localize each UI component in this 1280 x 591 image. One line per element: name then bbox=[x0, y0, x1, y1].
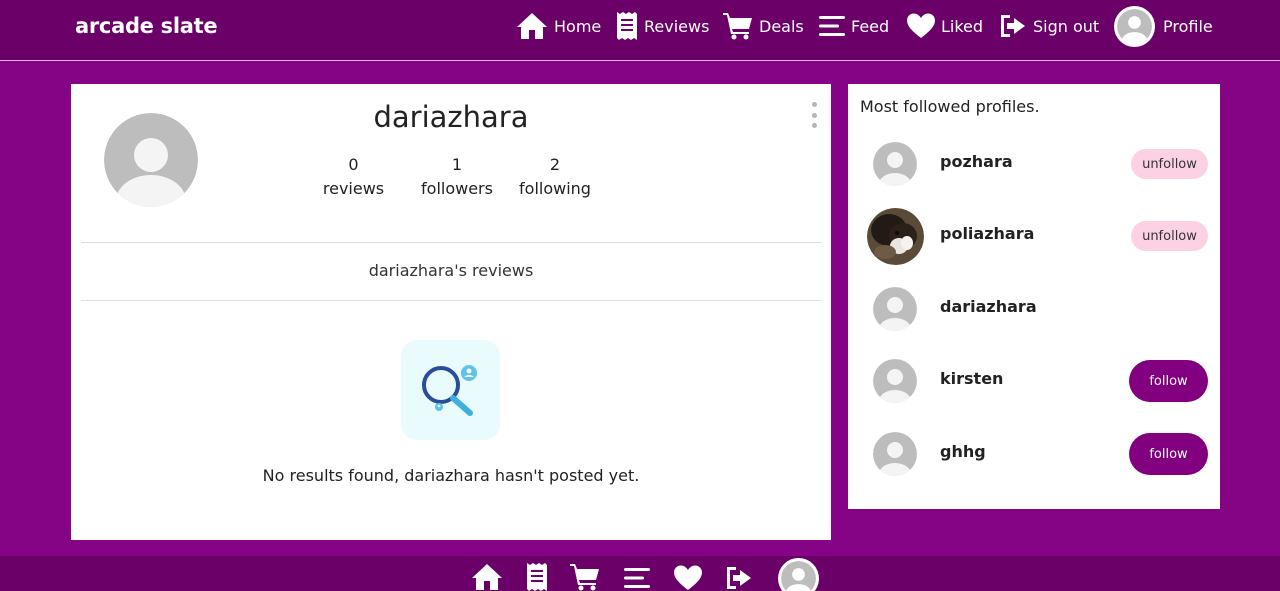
stat-following[interactable]: 2 following bbox=[505, 154, 605, 198]
unfollow-button[interactable]: unfollow bbox=[1131, 221, 1208, 251]
cart-icon bbox=[723, 12, 753, 40]
profile-stats: 0 reviews 1 followers 2 following bbox=[311, 154, 601, 204]
menu-lines-icon[interactable] bbox=[624, 566, 650, 591]
nav-deals[interactable]: Deals bbox=[723, 10, 804, 42]
avatar bbox=[873, 287, 917, 331]
no-results-search-icon bbox=[401, 340, 500, 440]
nav-liked-label: Liked bbox=[941, 16, 984, 36]
nav-feed-label: Feed bbox=[851, 16, 890, 36]
avatar bbox=[873, 359, 917, 403]
avatar[interactable] bbox=[778, 558, 819, 591]
profile-list-item[interactable]: kirsten follow bbox=[848, 352, 1220, 408]
profile-list-item[interactable]: dariazhara bbox=[848, 280, 1220, 336]
profile-avatar bbox=[104, 113, 198, 207]
stat-followers[interactable]: 1 followers bbox=[407, 154, 507, 198]
heart-icon[interactable] bbox=[674, 565, 702, 591]
top-navbar: arcade slate Home Reviews Deals Feed Lik… bbox=[0, 0, 1280, 61]
most-followed-card: Most followed profiles. pozhara unfollow… bbox=[848, 84, 1220, 509]
reviews-heading: dariazhara's reviews bbox=[368, 261, 534, 280]
heart-icon bbox=[907, 13, 935, 39]
unfollow-button[interactable]: unfollow bbox=[1131, 149, 1208, 179]
nav-reviews[interactable]: Reviews bbox=[616, 10, 709, 42]
sign-out-icon bbox=[999, 13, 1027, 39]
profile-name[interactable]: dariazhara bbox=[940, 297, 1037, 316]
nav-reviews-label: Reviews bbox=[644, 16, 710, 36]
nav-liked[interactable]: Liked bbox=[907, 10, 983, 42]
follow-button[interactable]: follow bbox=[1129, 433, 1208, 475]
empty-state-message: No results found, dariazhara hasn't post… bbox=[262, 466, 640, 485]
stat-value: 2 bbox=[549, 155, 561, 174]
profile-name[interactable]: poliazhara bbox=[940, 224, 1034, 243]
follow-button[interactable]: follow bbox=[1129, 360, 1208, 402]
stat-value: 0 bbox=[348, 155, 359, 174]
nav-deals-label: Deals bbox=[759, 16, 804, 36]
brand-logo[interactable]: arcade slate bbox=[75, 14, 218, 38]
home-icon bbox=[516, 12, 548, 40]
profile-name[interactable]: pozhara bbox=[940, 152, 1013, 171]
profile-card: dariazhara 0 reviews 1 followers 2 follo… bbox=[71, 84, 831, 540]
profile-list-item[interactable]: ghhg follow bbox=[848, 425, 1220, 481]
receipt-icon bbox=[616, 12, 638, 40]
sign-out-icon[interactable] bbox=[725, 565, 753, 591]
home-icon[interactable] bbox=[471, 563, 503, 591]
divider bbox=[81, 300, 821, 301]
profile-name[interactable]: kirsten bbox=[940, 369, 1003, 388]
section-title: Most followed profiles. bbox=[860, 97, 1040, 116]
stat-label: reviews bbox=[322, 179, 385, 198]
stat-label: following bbox=[519, 179, 591, 198]
avatar bbox=[873, 432, 917, 476]
profile-list-item[interactable]: poliazhara unfollow bbox=[848, 207, 1220, 265]
avatar bbox=[867, 208, 924, 265]
bottom-navbar bbox=[0, 556, 1280, 591]
cart-icon[interactable] bbox=[570, 563, 600, 591]
stat-label: followers bbox=[421, 179, 493, 198]
nav-profile-label: Profile bbox=[1163, 17, 1213, 36]
avatar bbox=[873, 142, 917, 186]
stat-reviews[interactable]: 0 reviews bbox=[311, 154, 396, 198]
stat-value: 1 bbox=[451, 155, 463, 174]
menu-lines-icon bbox=[819, 14, 845, 38]
nav-profile[interactable]: Profile bbox=[1114, 6, 1213, 47]
nav-feed[interactable]: Feed bbox=[819, 10, 889, 42]
receipt-icon[interactable] bbox=[526, 563, 548, 591]
more-options-icon[interactable] bbox=[809, 102, 819, 128]
avatar bbox=[1114, 6, 1155, 47]
profile-name[interactable]: ghhg bbox=[940, 442, 986, 461]
divider bbox=[81, 242, 821, 243]
nav-home[interactable]: Home bbox=[516, 10, 601, 42]
page-title: dariazhara bbox=[373, 100, 529, 134]
profile-list-item[interactable]: pozhara unfollow bbox=[848, 135, 1220, 191]
nav-sign-out[interactable]: Sign out bbox=[999, 10, 1099, 42]
nav-sign-out-label: Sign out bbox=[1033, 16, 1100, 36]
nav-home-label: Home bbox=[554, 16, 602, 36]
